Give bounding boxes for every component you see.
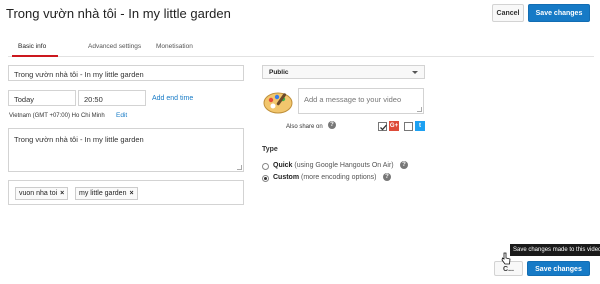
quick-label: Quick	[273, 162, 293, 169]
remove-tag-icon[interactable]: ×	[129, 190, 133, 197]
date-input[interactable]: Today	[8, 90, 76, 106]
custom-label: Custom	[273, 174, 300, 181]
quick-radio[interactable]	[262, 163, 269, 170]
footer-save-changes-button[interactable]: Save changes	[527, 261, 590, 276]
custom-option-label: Custom (more encoding options)	[273, 174, 377, 181]
tags-input[interactable]: vuon nha toi × my little garden ×	[8, 180, 244, 205]
cancel-button[interactable]: Cancel	[492, 4, 524, 22]
help-icon[interactable]: ?	[400, 161, 408, 169]
title-input[interactable]: Trong vườn nhà tôi - In my little garden	[8, 65, 244, 81]
tag-chip: vuon nha toi ×	[15, 187, 69, 200]
description-value: Trong vườn nhà tôi - In my little garden	[14, 135, 144, 144]
custom-note: (more encoding options)	[301, 174, 377, 181]
twitter-icon: t	[415, 121, 425, 131]
active-tab-indicator	[12, 55, 58, 57]
privacy-select[interactable]: Public	[262, 65, 425, 79]
tab-monetisation[interactable]: Monetisation	[156, 43, 193, 50]
timezone-edit-link[interactable]: Edit	[116, 112, 127, 119]
also-share-on-label: Also share on	[286, 124, 323, 130]
tag-label: my little garden	[79, 190, 127, 197]
quick-option-label: Quick (using Google Hangouts On Air)	[273, 162, 394, 169]
custom-radio[interactable]	[262, 175, 269, 182]
page-title: Trong vườn nhà tôi - In my little garden	[6, 6, 231, 21]
resize-handle[interactable]	[417, 107, 422, 112]
resize-handle[interactable]	[237, 165, 242, 170]
save-tooltip: Save changes made to this video	[510, 244, 600, 256]
quick-note: (using Google Hangouts On Air)	[294, 162, 394, 169]
date-input-value: Today	[14, 95, 35, 104]
time-input-value: 20:50	[84, 95, 103, 104]
time-input[interactable]: 20:50	[78, 90, 146, 106]
title-input-value: Trong vườn nhà tôi - In my little garden	[14, 70, 144, 79]
palette-avatar-icon	[263, 92, 293, 114]
remove-tag-icon[interactable]: ×	[60, 190, 64, 197]
privacy-select-value: Public	[269, 69, 289, 76]
add-end-time-link[interactable]: Add end time	[152, 95, 193, 102]
share-message-placeholder: Add a message to your video	[304, 95, 402, 104]
google-plus-icon: G+	[389, 121, 399, 131]
chevron-down-icon	[412, 71, 418, 74]
timezone-label: Vietnam (GMT +07:00) Ho Chi Minh	[9, 113, 105, 119]
tab-basic-info[interactable]: Basic info	[18, 43, 46, 50]
tab-bar: Basic info Advanced settings Monetisatio…	[8, 38, 594, 57]
help-icon[interactable]: ?	[328, 121, 336, 129]
description-textarea[interactable]: Trong vườn nhà tôi - In my little garden	[8, 128, 244, 172]
tag-chip: my little garden ×	[75, 187, 138, 200]
share-message-textarea[interactable]: Add a message to your video	[298, 88, 424, 114]
type-heading: Type	[262, 146, 278, 153]
google-plus-checkbox[interactable]	[378, 122, 387, 131]
tab-advanced-settings[interactable]: Advanced settings	[88, 43, 141, 50]
help-icon[interactable]: ?	[383, 173, 391, 181]
checkmark-icon	[380, 124, 387, 131]
hand-cursor-icon	[501, 252, 511, 265]
tag-label: vuon nha toi	[19, 190, 58, 197]
save-changes-button[interactable]: Save changes	[528, 4, 590, 22]
twitter-checkbox[interactable]	[404, 122, 413, 131]
